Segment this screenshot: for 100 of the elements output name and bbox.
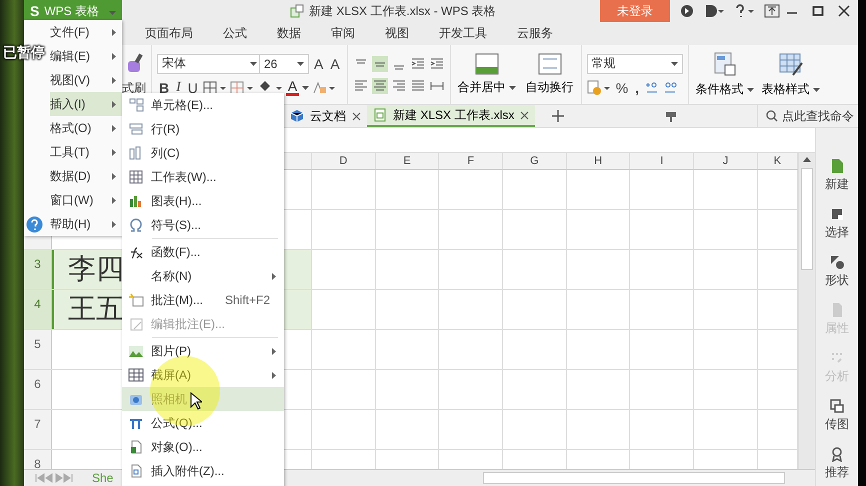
table-style-icon [778, 51, 804, 77]
caret-icon [746, 88, 754, 92]
menu-item[interactable]: 格式(O) [50, 116, 122, 140]
maximize-icon[interactable] [812, 5, 824, 17]
merge-cells-icon [474, 53, 499, 75]
scroll-up-icon[interactable] [803, 157, 811, 162]
omega-icon [128, 217, 144, 233]
column-header[interactable]: D [312, 153, 376, 169]
grow-font-button[interactable]: A [312, 56, 326, 72]
menu-item[interactable]: 列(C) [122, 141, 284, 165]
app-menu-button[interactable]: S WPS 表格 [24, 0, 122, 22]
align-center-icon[interactable] [372, 78, 388, 94]
menu-item[interactable]: 工作表(W)... [122, 165, 284, 189]
table-grid-icon [128, 367, 144, 383]
increase-indent-icon[interactable] [428, 56, 445, 72]
menu-item[interactable]: 视图(V) [50, 68, 122, 92]
shapes-icon [829, 254, 845, 270]
justify-icon[interactable] [410, 78, 426, 94]
column-header[interactable]: F [439, 153, 504, 169]
align-right-icon[interactable] [390, 78, 407, 94]
menu-item[interactable]: 帮助(H) [50, 212, 122, 236]
comma-button[interactable]: , [633, 80, 642, 96]
decrease-indent-icon[interactable] [410, 56, 426, 72]
document-tab[interactable]: 云文档 [284, 105, 367, 127]
menu-item[interactable]: 插入附件(Z)... [122, 459, 284, 483]
table-style-button[interactable]: 表格样式 [760, 51, 822, 98]
column-header[interactable]: E [376, 153, 440, 169]
horizontal-scrollbar[interactable] [483, 472, 785, 484]
pin-icon[interactable] [664, 109, 678, 123]
scrollbar-thumb[interactable] [801, 168, 813, 270]
help-icon[interactable] [734, 4, 754, 18]
column-header[interactable]: J [694, 153, 758, 169]
ribbon-tab[interactable]: 数据 [277, 25, 301, 42]
align-middle-icon[interactable] [372, 56, 388, 72]
row-header[interactable]: 5 [24, 330, 52, 369]
align-left-icon[interactable] [352, 78, 369, 94]
menu-item[interactable]: 符号(S)... [122, 213, 284, 237]
menu-item[interactable]: 批注(M)... Shift+F2 [122, 288, 284, 312]
close-tab-icon[interactable] [352, 112, 361, 120]
vertical-scrollbar[interactable] [798, 153, 815, 469]
ribbon-tab[interactable]: 视图 [385, 25, 409, 42]
ribbon-tab[interactable]: 页面布局 [145, 25, 193, 42]
bold-button[interactable]: B [157, 80, 172, 96]
menu-item[interactable]: 工具(T) [50, 140, 122, 164]
ribbon-award-icon [829, 446, 845, 462]
underline-button[interactable]: U [186, 80, 200, 96]
cell-style-icon[interactable] [230, 80, 254, 94]
document-tab[interactable]: 新建 XLSX 工作表.xlsx [367, 105, 536, 127]
sidebar-button[interactable]: 选择 [825, 206, 849, 241]
percent-button[interactable]: % [614, 80, 630, 96]
menu-item[interactable]: 对象(O)... [122, 435, 284, 459]
sidebar-button[interactable]: 传图 [825, 398, 849, 433]
column-header[interactable]: G [503, 153, 567, 169]
menu-item[interactable]: 插入(I) [50, 92, 122, 116]
conditional-format-button[interactable]: 条件格式 [694, 51, 756, 98]
sidebar-button[interactable]: 推荐 [825, 446, 849, 481]
submenu-arrow-icon [112, 172, 116, 180]
wrap-text-button[interactable]: 自动换行 [524, 53, 576, 96]
sidebar-button[interactable]: 形状 [825, 254, 849, 289]
upload-icon[interactable] [764, 4, 780, 18]
column-header[interactable]: I [630, 153, 694, 169]
sidebar-button[interactable]: 新建 [825, 158, 849, 193]
menu-item[interactable]: 图表(H)... [122, 189, 284, 213]
clear-format-icon[interactable] [312, 80, 336, 94]
menu-item[interactable]: 编辑(E) [50, 44, 122, 68]
row-header[interactable]: 8 [24, 450, 52, 469]
font-name-dropdown[interactable]: 宋体 [157, 54, 262, 74]
decrease-decimal-icon[interactable] [663, 80, 680, 96]
submenu-arrow-icon [112, 196, 116, 204]
paused-overlay-text: 已暂停 [3, 44, 45, 62]
row-header[interactable]: 3 [24, 250, 52, 289]
ribbon-tab[interactable]: 云服务 [517, 25, 553, 42]
sheet-icon [128, 169, 144, 185]
ribbon-tab[interactable]: 开发工具 [439, 25, 487, 42]
number-format-dropdown[interactable]: 常规 [586, 54, 683, 74]
spreadsheet-file-icon [290, 4, 304, 18]
window-title: 新建 XLSX 工作表.xlsx - WPS 表格 [309, 2, 496, 20]
ribbon-tab[interactable]: 公式 [223, 25, 247, 42]
shrink-font-button[interactable]: A [328, 56, 342, 72]
menu-item[interactable]: 图片(P) [122, 339, 284, 363]
ribbon-tab[interactable]: 审阅 [331, 25, 355, 42]
currency-icon[interactable] [586, 80, 611, 96]
cube-icon [290, 109, 304, 123]
italic-button[interactable]: I [174, 80, 183, 96]
row-header[interactable]: 6 [24, 370, 52, 409]
column-header[interactable]: H [566, 153, 630, 169]
close-icon[interactable] [838, 5, 850, 17]
image-upload-icon [829, 398, 845, 414]
row-header[interactable]: 4 [24, 290, 52, 329]
borders-icon[interactable] [202, 80, 227, 94]
font-size-dropdown[interactable]: 26 [259, 54, 309, 74]
merge-center-button[interactable]: 合并居中 [456, 53, 518, 96]
submenu-arrow-icon [112, 76, 116, 84]
menu-item[interactable]: 名称(N) [122, 264, 284, 288]
row-header[interactable]: 7 [24, 410, 52, 449]
menu-item[interactable]: 数据(D) [50, 164, 122, 188]
menu-item[interactable]: 窗口(W) [50, 188, 122, 212]
menu-item[interactable]: 行(R) [122, 117, 284, 141]
menu-item[interactable]: 文件(F) [50, 20, 122, 44]
close-tab-icon[interactable] [520, 110, 530, 120]
